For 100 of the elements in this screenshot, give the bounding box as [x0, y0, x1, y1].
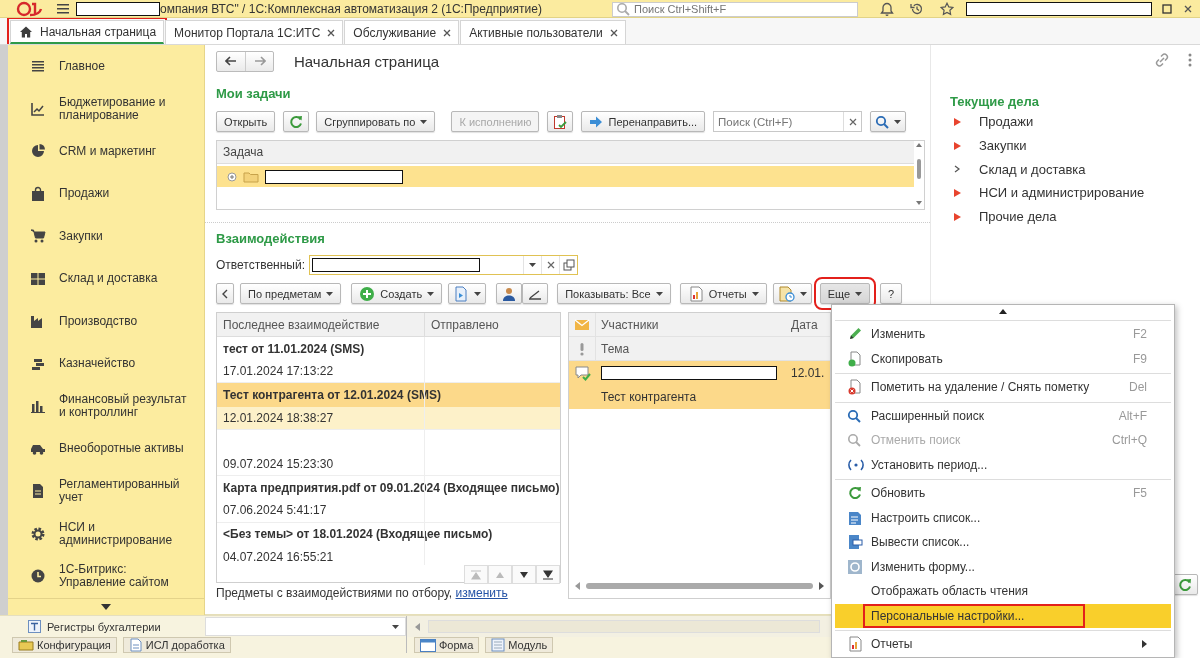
- table-row[interactable]: Тест контрагента: [569, 385, 830, 409]
- tab[interactable]: Начальная страница: [10, 20, 165, 44]
- scrollbar[interactable]: [586, 583, 813, 589]
- more-icon[interactable]: [1188, 53, 1192, 67]
- tab[interactable]: Конфигурация: [12, 637, 117, 653]
- table-row[interactable]: [217, 166, 914, 187]
- search-box[interactable]: Поиск (Ctrl+F): [713, 111, 863, 132]
- sidebar-item[interactable]: 1С-Битрикс: Управление сайтом: [8, 555, 204, 598]
- table-row[interactable]: 07.06.2024 5:41:17: [217, 499, 560, 523]
- toolbar-button[interactable]: Перенаправить...: [581, 111, 706, 132]
- down-button[interactable]: [512, 565, 536, 584]
- tab[interactable]: Активные пользователи: [460, 20, 626, 44]
- caret-icon[interactable]: [529, 263, 537, 267]
- table-row[interactable]: <Без темы> от 18.01.2024 (Входящее письмо): [217, 522, 560, 546]
- caret-down-icon[interactable]: [101, 603, 111, 610]
- caret-icon[interactable]: [392, 624, 399, 629]
- sidebar-item[interactable]: Склад и доставка: [8, 257, 204, 300]
- document-button[interactable]: [448, 283, 487, 304]
- menu-item[interactable]: Установить период...: [835, 452, 1171, 477]
- sidebar-item[interactable]: НСИ и администрирование: [8, 512, 204, 555]
- toolbar-button[interactable]: Отчеты: [679, 283, 767, 304]
- logo-icon[interactable]: [16, 1, 44, 17]
- table-row[interactable]: 12.01.: [569, 361, 830, 385]
- tab[interactable]: Форма: [414, 637, 480, 653]
- clipboard-button[interactable]: [547, 111, 574, 132]
- tab[interactable]: ИСЛ доработка: [122, 637, 231, 653]
- menu-item[interactable]: Обновить F5: [835, 481, 1171, 506]
- table-row[interactable]: Тест контрагента от 12.01.2024 (SMS): [217, 383, 560, 407]
- sidebar-item[interactable]: Закупки: [8, 215, 204, 258]
- menu-item[interactable]: Изменить F2: [835, 322, 1171, 347]
- task-link[interactable]: Закупки: [950, 133, 1200, 158]
- change-link[interactable]: изменить: [455, 586, 508, 600]
- sidebar-item[interactable]: Продажи: [8, 172, 204, 215]
- menu-label: Отменить поиск: [871, 433, 962, 448]
- person-button[interactable]: [496, 283, 523, 304]
- search-box[interactable]: Поиск Ctrl+Shift+F: [612, 1, 858, 17]
- menu-icon[interactable]: [56, 3, 70, 15]
- toolbar-button[interactable]: Открыть: [216, 111, 276, 132]
- table-row[interactable]: Карта предприятия.pdf от 09.01.2024 (Входящее письмо): [217, 476, 560, 500]
- menu-item[interactable]: Изменить форму...: [835, 554, 1171, 579]
- report-icon: [847, 636, 863, 653]
- toolbar-button[interactable]: ?: [880, 283, 903, 304]
- open-icon[interactable]: [562, 259, 575, 271]
- sidebar-item[interactable]: Бюджетирование и планирование: [8, 87, 204, 130]
- tree-item[interactable]: Регистры бухгалтерии: [0, 620, 205, 633]
- star-icon[interactable]: [940, 2, 954, 16]
- refresh-button[interactable]: [283, 111, 310, 132]
- search-field[interactable]: Поиск Ctrl+Shift+F: [634, 3, 854, 15]
- sidebar-item[interactable]: Внеоборотные активы: [8, 427, 204, 470]
- table-cell: 17.01.2024 17:13:22: [223, 364, 334, 379]
- sidebar-item[interactable]: Регламентированный учет: [8, 470, 204, 513]
- toolbar-button[interactable]: Показывать: Все: [557, 283, 671, 304]
- task-link[interactable]: Склад и доставка: [950, 157, 1200, 182]
- close-icon[interactable]: [443, 28, 452, 37]
- document-icon: [128, 638, 143, 652]
- tab[interactable]: Модуль: [485, 637, 554, 653]
- menu-item[interactable]: Скопировать F9: [835, 346, 1171, 371]
- expand-icon[interactable]: [227, 171, 237, 182]
- toolbar-button[interactable]: По предметам: [240, 283, 342, 304]
- bell-icon[interactable]: [880, 2, 894, 16]
- maximize-icon[interactable]: [1162, 4, 1172, 14]
- tab[interactable]: Монитор Портала 1С:ИТС: [165, 20, 344, 44]
- history-icon[interactable]: [910, 2, 924, 16]
- search-button[interactable]: [870, 111, 907, 132]
- menu-item[interactable]: Расширенный поиск Alt+F: [835, 403, 1171, 428]
- sidebar-item[interactable]: CRM и маркетинг: [8, 130, 204, 173]
- tab[interactable]: Обслуживание: [344, 20, 460, 44]
- menu-item[interactable]: Отчеты: [835, 632, 1171, 657]
- menu-item[interactable]: Пометить на удаление / Снять пометку Del: [835, 375, 1171, 400]
- clear-icon[interactable]: [848, 117, 857, 126]
- sidebar-item[interactable]: Казначейство: [8, 342, 204, 385]
- menu-item[interactable]: Отображать область чтения: [835, 579, 1171, 604]
- document-button[interactable]: [772, 283, 812, 304]
- back-button[interactable]: [216, 283, 234, 304]
- clear-icon[interactable]: [546, 261, 555, 269]
- task-link[interactable]: НСИ и администрирование: [950, 181, 1200, 205]
- close-icon[interactable]: [327, 28, 336, 37]
- link-icon[interactable]: [1154, 52, 1170, 68]
- close-icon[interactable]: [1184, 5, 1192, 13]
- caret-icon: [855, 291, 863, 296]
- sidebar-item[interactable]: Финансовый результат и контроллинг: [8, 385, 204, 428]
- responsible-field[interactable]: [309, 255, 579, 275]
- table-row[interactable]: тест от 11.01.2024 (SMS): [217, 337, 560, 361]
- menu-item[interactable]: Вывести список...: [835, 530, 1171, 555]
- task-link[interactable]: Продажи: [950, 110, 1200, 134]
- table-row[interactable]: 09.07.2024 15:23:30: [217, 452, 560, 477]
- menu-item[interactable]: Персональные настройки...: [835, 603, 1171, 628]
- sidebar-item[interactable]: Производство: [8, 300, 204, 343]
- sidebar-item[interactable]: Главное: [8, 45, 204, 88]
- scroll-up-icon[interactable]: [999, 309, 1007, 314]
- last-button[interactable]: [536, 565, 560, 584]
- toolbar-button[interactable]: Создать: [351, 283, 443, 304]
- menu-item[interactable]: Настроить список...: [835, 505, 1171, 530]
- pen-button[interactable]: [522, 283, 549, 304]
- table-row[interactable]: 12.01.2024 18:38:27: [217, 406, 560, 430]
- toolbar-button[interactable]: Сгруппировать по: [316, 111, 436, 132]
- close-icon[interactable]: [609, 28, 618, 37]
- dropdown-field[interactable]: [205, 617, 406, 636]
- task-link[interactable]: Прочие дела: [950, 204, 1200, 229]
- register-icon: [28, 620, 41, 633]
